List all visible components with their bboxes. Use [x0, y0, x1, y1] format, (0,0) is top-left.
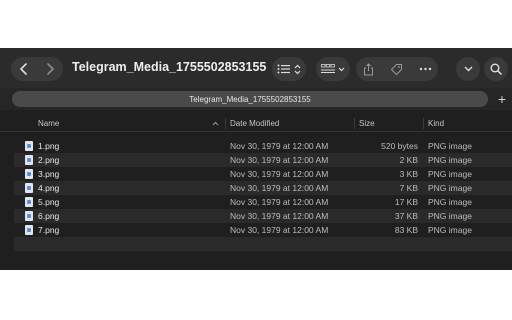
action-button-group [356, 57, 438, 81]
chevron-down-icon [464, 66, 472, 72]
window-title: Telegram_Media_1755502853155 [72, 60, 267, 74]
file-kind: PNG image [428, 225, 472, 235]
file-row[interactable]: 6.png Nov 30, 1979 at 12:00 AM 37 KB PNG… [14, 209, 512, 223]
column-header-size[interactable]: Size [359, 119, 375, 128]
chevron-left-icon [20, 63, 27, 75]
file-name: 7.png [38, 225, 60, 235]
file-kind: PNG image [428, 211, 472, 221]
chevron-right-icon [47, 63, 54, 75]
file-kind: PNG image [428, 155, 472, 165]
file-kind: PNG image [428, 197, 472, 207]
updown-chevron-icon [294, 64, 301, 74]
file-size: 7 KB [399, 183, 418, 193]
file-kind: PNG image [428, 141, 472, 151]
file-row[interactable]: 5.png Nov 30, 1979 at 12:00 AM 17 KB PNG… [14, 195, 512, 209]
file-row[interactable]: 2.png Nov 30, 1979 at 12:00 AM 2 KB PNG … [14, 153, 512, 167]
file-size: 83 KB [394, 225, 418, 235]
group-grid-icon [321, 64, 335, 73]
chevron-down-icon [338, 67, 345, 71]
file-kind: PNG image [428, 169, 472, 179]
new-tab-button[interactable]: + [494, 91, 510, 107]
column-header-date[interactable]: Date Modified [230, 119, 279, 128]
file-date: Nov 30, 1979 at 12:00 AM [230, 155, 329, 165]
file-row[interactable]: 3.png Nov 30, 1979 at 12:00 AM 3 KB PNG … [14, 167, 512, 181]
file-row[interactable]: 7.png Nov 30, 1979 at 12:00 AM 83 KB PNG… [14, 223, 512, 237]
column-header-kind[interactable]: Kind [428, 119, 444, 128]
tab-active[interactable]: Telegram_Media_1755502853155 [12, 91, 488, 107]
empty-row [14, 237, 512, 251]
file-name: 1.png [38, 141, 60, 151]
file-name: 5.png [38, 197, 60, 207]
forward-button[interactable] [39, 58, 61, 80]
view-options-button[interactable] [272, 57, 306, 81]
file-kind: PNG image [428, 183, 472, 193]
tag-button[interactable] [390, 63, 403, 76]
file-name: 6.png [38, 211, 60, 221]
more-button[interactable] [419, 67, 432, 71]
file-size: 37 KB [394, 211, 418, 221]
nav-button-group [11, 57, 63, 81]
column-divider [423, 118, 424, 129]
png-file-icon [25, 183, 33, 193]
png-file-icon [25, 141, 33, 151]
share-icon [363, 62, 373, 75]
png-file-icon [25, 197, 33, 207]
file-row[interactable]: 1.png Nov 30, 1979 at 12:00 AM 520 bytes… [14, 139, 512, 153]
file-row[interactable]: 4.png Nov 30, 1979 at 12:00 AM 7 KB PNG … [14, 181, 512, 195]
share-button[interactable] [363, 62, 374, 76]
column-divider [225, 118, 226, 129]
finder-window: Telegram_Media_1755502853155 Telegram_Me… [0, 48, 512, 270]
file-size: 3 KB [399, 169, 418, 179]
png-file-icon [25, 225, 33, 235]
column-divider [354, 118, 355, 129]
file-size: 17 KB [394, 197, 418, 207]
sort-chevron-icon [212, 121, 219, 126]
tab-bar: Telegram_Media_1755502853155 + [0, 88, 512, 110]
dropdown-button[interactable] [456, 57, 480, 81]
file-size: 2 KB [399, 155, 418, 165]
png-file-icon [25, 169, 33, 179]
file-date: Nov 30, 1979 at 12:00 AM [230, 225, 329, 235]
file-date: Nov 30, 1979 at 12:00 AM [230, 211, 329, 221]
group-button[interactable] [316, 57, 350, 81]
list-view-icon [277, 64, 290, 74]
column-header-row: Name Date Modified Size Kind [0, 116, 512, 132]
file-date: Nov 30, 1979 at 12:00 AM [230, 169, 329, 179]
png-file-icon [25, 155, 33, 165]
tag-icon [390, 63, 402, 75]
file-date: Nov 30, 1979 at 12:00 AM [230, 141, 329, 151]
file-name: 3.png [38, 169, 60, 179]
search-icon [490, 63, 502, 75]
file-date: Nov 30, 1979 at 12:00 AM [230, 197, 329, 207]
file-size: 520 bytes [381, 141, 418, 151]
file-name: 4.png [38, 183, 60, 193]
back-button[interactable] [13, 58, 35, 80]
toolbar: Telegram_Media_1755502853155 [0, 48, 512, 88]
column-header-name[interactable]: Name [38, 119, 59, 128]
ellipsis-icon [419, 67, 431, 71]
search-button[interactable] [484, 57, 508, 81]
png-file-icon [25, 211, 33, 221]
file-name: 2.png [38, 155, 60, 165]
file-date: Nov 30, 1979 at 12:00 AM [230, 183, 329, 193]
